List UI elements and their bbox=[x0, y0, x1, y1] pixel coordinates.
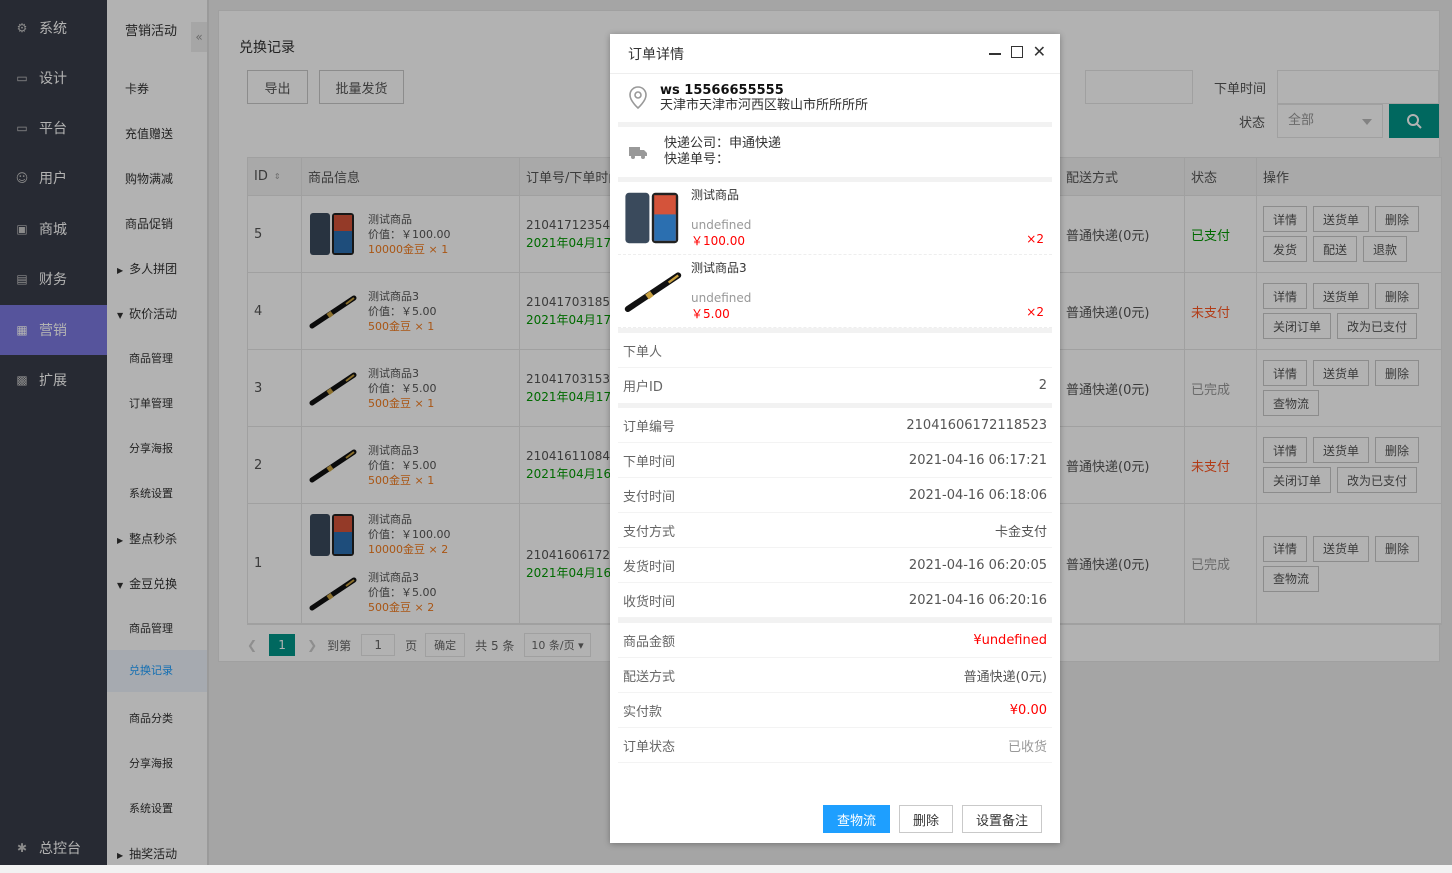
goods-price: ￥100.00 bbox=[691, 234, 745, 248]
dialog-info: 订单编号 21041606172118523 下单时间 2021-04-16 06:1… bbox=[618, 408, 1052, 618]
user-id-row: 用户ID 2 bbox=[618, 368, 1052, 403]
receiver-address: 天津市天津市河西区鞍山市所所所所 bbox=[660, 98, 869, 113]
dialog-body: ws 15566655555 天津市天津市河西区鞍山市所所所所 快递公司：申通快… bbox=[618, 74, 1052, 763]
goods-qty: ×2 bbox=[1026, 232, 1044, 246]
set-note-button[interactable]: 设置备注 bbox=[962, 805, 1042, 833]
goods-name: 测试商品3 bbox=[691, 261, 747, 275]
amount-label: 配送方式 bbox=[623, 669, 676, 685]
buyer-row: 下单人 bbox=[618, 333, 1052, 368]
info-row: 支付方式 卡金支付 bbox=[618, 513, 1052, 548]
location-icon bbox=[629, 86, 647, 110]
delete-button[interactable]: 删除 bbox=[899, 805, 953, 833]
goods-qty: ×2 bbox=[1026, 305, 1044, 319]
amount-row: 订单状态 已收货 bbox=[618, 728, 1052, 763]
info-row: 收货时间 2021-04-16 06:20:16 bbox=[618, 583, 1052, 618]
info-label: 支付时间 bbox=[623, 489, 676, 505]
info-label: 支付方式 bbox=[623, 524, 676, 540]
amount-value: ¥undefined bbox=[973, 632, 1047, 648]
amount-label: 订单状态 bbox=[623, 739, 676, 755]
info-row: 发货时间 2021-04-16 06:20:05 bbox=[618, 548, 1052, 583]
info-value: 卡金支付 bbox=[994, 524, 1047, 540]
user-id-label: 用户ID bbox=[623, 380, 663, 395]
dialog-goods-item: 测试商品 undefined ￥100.00 ×2 bbox=[618, 182, 1052, 255]
courier-company: 快递公司：申通快递 bbox=[664, 136, 782, 151]
shipping-block: 快递公司：申通快递 快递单号： bbox=[618, 127, 1052, 177]
info-row: 支付时间 2021-04-16 06:18:06 bbox=[618, 478, 1052, 513]
user-id-value: 2 bbox=[1038, 378, 1047, 393]
dialog-goods-item: 测试商品3 undefined ￥5.00 ×2 bbox=[618, 255, 1052, 328]
info-value: 2021-04-16 06:20:05 bbox=[908, 557, 1047, 573]
minimize-icon[interactable] bbox=[988, 53, 1001, 55]
dialog-title: 订单详情 bbox=[628, 46, 684, 63]
goods-thumb bbox=[623, 261, 683, 321]
info-label: 发货时间 bbox=[623, 559, 676, 575]
amount-label: 商品金额 bbox=[623, 634, 676, 650]
amount-row: 实付款 ¥0.00 bbox=[618, 693, 1052, 728]
info-label: 订单编号 bbox=[623, 419, 676, 435]
amount-value: ¥0.00 bbox=[1009, 702, 1047, 718]
buyer-label: 下单人 bbox=[623, 344, 663, 360]
order-detail-dialog: 订单详情 ✕ ws 15566655555 天津市天津市河西区鞍山市所所所所 快… bbox=[610, 34, 1060, 843]
dialog-tools: ✕ bbox=[988, 44, 1046, 60]
info-value: 21041606172118523 bbox=[906, 417, 1047, 433]
amount-value: 普通快递(0元) bbox=[963, 669, 1047, 685]
close-icon[interactable]: ✕ bbox=[1033, 44, 1046, 60]
receiver-name-phone: ws 15566655555 bbox=[660, 83, 784, 98]
amount-row: 商品金额 ¥undefined bbox=[618, 623, 1052, 658]
view-logistics-button[interactable]: 查物流 bbox=[823, 805, 890, 833]
amount-label: 实付款 bbox=[623, 704, 663, 720]
goods-spec: undefined bbox=[691, 218, 752, 232]
dialog-items: 测试商品 undefined ￥100.00 ×2 测试商品3 undefined ￥5.0… bbox=[618, 182, 1052, 328]
amount-row: 配送方式 普通快递(0元) bbox=[618, 658, 1052, 693]
dialog-header: 订单详情 ✕ bbox=[610, 34, 1060, 74]
goods-name: 测试商品 bbox=[691, 188, 740, 202]
amount-value: 已收货 bbox=[1007, 739, 1047, 755]
goods-text: 测试商品3 undefined ￥5.00 bbox=[691, 260, 1047, 322]
info-label: 收货时间 bbox=[623, 594, 676, 610]
tracking-number: 快递单号： bbox=[664, 152, 730, 167]
goods-thumb bbox=[623, 188, 683, 248]
info-value: 2021-04-16 06:18:06 bbox=[908, 487, 1047, 503]
goods-text: 测试商品 undefined ￥100.00 bbox=[691, 187, 1047, 249]
info-value: 2021-04-16 06:17:21 bbox=[908, 452, 1047, 468]
info-label: 下单时间 bbox=[623, 454, 676, 470]
info-row: 订单编号 21041606172118523 bbox=[618, 408, 1052, 443]
truck-icon bbox=[629, 147, 647, 159]
info-row: 下单时间 2021-04-16 06:17:21 bbox=[618, 443, 1052, 478]
goods-price: ￥5.00 bbox=[691, 307, 730, 321]
info-value: 2021-04-16 06:20:16 bbox=[908, 592, 1047, 608]
goods-spec: undefined bbox=[691, 291, 752, 305]
maximize-icon[interactable] bbox=[1010, 46, 1023, 58]
address-block: ws 15566655555 天津市天津市河西区鞍山市所所所所 bbox=[618, 74, 1052, 122]
dialog-amounts: 商品金额 ¥undefined 配送方式 普通快递(0元) 实付款 ¥0.00 订单状态 已收… bbox=[618, 623, 1052, 763]
